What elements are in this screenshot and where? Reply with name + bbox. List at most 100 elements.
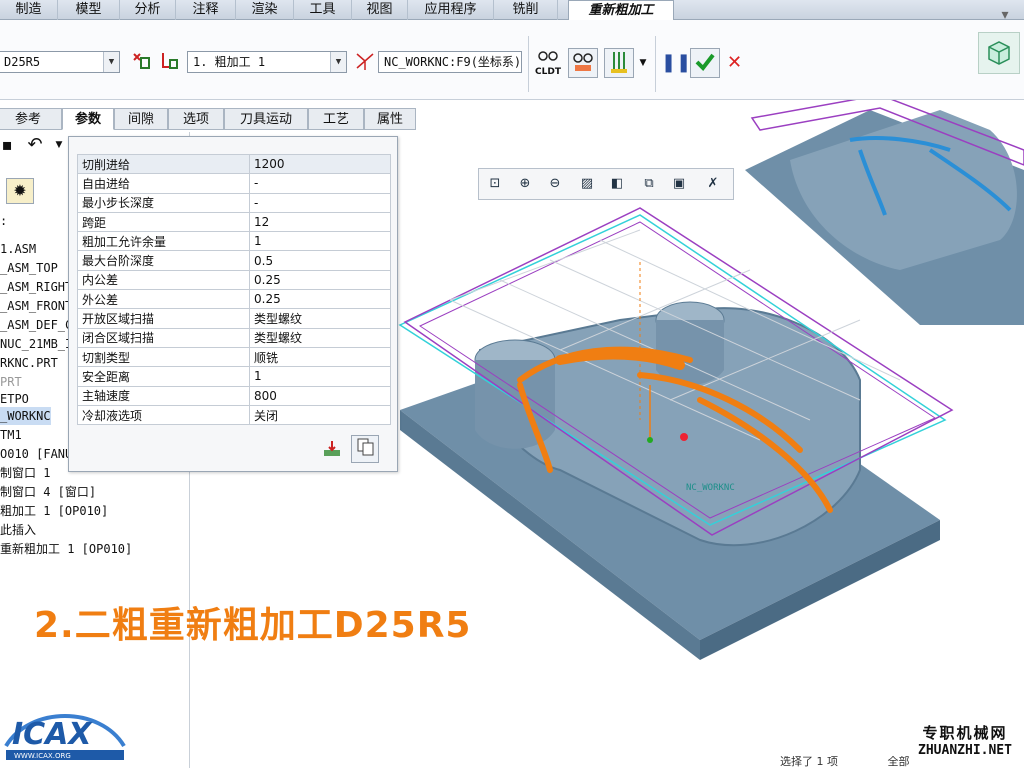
cancel-x-icon[interactable]: ✕	[726, 50, 742, 76]
display-style-icon[interactable]: ◧	[605, 172, 629, 196]
coordinate-system-icon[interactable]	[352, 49, 378, 75]
parameter-value[interactable]: 800	[249, 385, 391, 406]
parameter-row[interactable]: 安全距离 1	[77, 366, 391, 387]
tool-manager-icon[interactable]	[128, 49, 154, 75]
parameter-value[interactable]: 1200	[249, 153, 391, 175]
undo-icon[interactable]: ↶	[22, 132, 48, 158]
svg-text:ICAX: ICAX	[12, 717, 93, 752]
view-cube-icon[interactable]	[978, 32, 1020, 74]
parameter-row[interactable]: 切削进给 1200	[77, 153, 391, 175]
parameter-value[interactable]: 类型螺纹	[249, 308, 391, 329]
eyeglasses-play-icon	[573, 53, 593, 71]
parameter-row[interactable]: 外公差 0.25	[77, 289, 391, 310]
tree-item[interactable]: 重新粗加工 1 [OP010]	[0, 540, 132, 558]
ribbon-tab-model[interactable]: 模型	[58, 0, 120, 20]
parameter-name: 内公差	[77, 269, 250, 291]
icax-logo: ICAX WWW.ICAX.ORG	[0, 700, 130, 766]
parameter-row[interactable]: 最大台阶深度 0.5	[77, 250, 391, 271]
toolbar-divider	[655, 36, 656, 92]
parameter-row[interactable]: 自由进给 -	[77, 173, 391, 194]
mill-tool-icon	[611, 52, 627, 73]
chevron-down-icon: ▼	[330, 52, 346, 72]
parameter-value[interactable]: 0.25	[249, 289, 391, 310]
parameter-row[interactable]: 最小步长深度 -	[77, 192, 391, 213]
parameter-value[interactable]: -	[249, 173, 391, 194]
ribbon-tab-analysis[interactable]: 分析	[120, 0, 176, 20]
tree-item[interactable]: 制窗口 4 [窗口]	[0, 483, 96, 501]
tree-item[interactable]: PRT	[0, 373, 22, 391]
parameter-row[interactable]: 跨距 12	[77, 211, 391, 233]
ribbon-tab-applications[interactable]: 应用程序	[408, 0, 494, 20]
copy-parameters-icon[interactable]	[351, 435, 379, 463]
parameter-row[interactable]: 内公差 0.25	[77, 269, 391, 291]
tree-item[interactable]: _ASM_TOP	[0, 259, 58, 277]
zoom-out-icon[interactable]: ⊖	[543, 172, 567, 196]
cldata-button[interactable]: CLDT	[534, 46, 562, 80]
coordinate-system-select[interactable]: NC_WORKNC:F9(坐标系)	[378, 51, 522, 73]
tool-select[interactable]: D25R5 ▼	[0, 51, 120, 73]
parameter-name: 外公差	[77, 289, 250, 310]
tree-item-selected[interactable]: _WORKNC	[0, 407, 51, 425]
tree-item[interactable]: 1.ASM	[0, 240, 36, 258]
operation-select[interactable]: 1. 粗加工 1 ▼	[187, 51, 347, 73]
zoom-in-icon[interactable]: ⊕	[513, 172, 537, 196]
parameter-row[interactable]: 粗加工允许余量 1	[77, 231, 391, 252]
ribbon-tab-manufacture[interactable]: 制造	[0, 0, 58, 20]
selection-filter[interactable]: 全部	[888, 756, 910, 768]
ribbon-tab-render[interactable]: 渲染	[236, 0, 294, 20]
material-removal-button[interactable]	[604, 48, 634, 78]
verify-preview-button[interactable]	[568, 48, 598, 78]
parameter-value[interactable]: 类型螺纹	[249, 327, 391, 348]
ribbon-tab-milling[interactable]: 铣削	[494, 0, 558, 20]
watermark-cn: 专职机械网	[922, 724, 1008, 742]
save-icon[interactable]: ▪	[0, 132, 20, 158]
parameter-row[interactable]: 开放区域扫描 类型螺纹	[77, 308, 391, 329]
tree-item[interactable]: 粗加工 1 [OP010]	[0, 502, 108, 520]
parameter-value[interactable]: -	[249, 192, 391, 213]
parameter-row[interactable]: 切割类型 顺铣	[77, 346, 391, 368]
ribbon-tab-view[interactable]: 视图	[352, 0, 408, 20]
ribbon-tab-tools[interactable]: 工具	[294, 0, 352, 20]
ribbon-tab-rerough[interactable]: 重新粗加工	[568, 0, 674, 22]
parameter-value[interactable]: 0.25	[249, 269, 391, 291]
verify-dropdown-chevron-icon[interactable]: ▼	[636, 50, 650, 76]
parameter-name: 粗加工允许余量	[77, 231, 250, 252]
edit-parameters-icon[interactable]	[319, 437, 345, 463]
saved-orientations-icon[interactable]: ⧉	[637, 172, 661, 196]
parameter-row[interactable]: 冷却液选项 关闭	[77, 404, 391, 426]
parameter-name: 主轴速度	[77, 385, 250, 406]
parameter-value[interactable]: 1	[249, 366, 391, 387]
tree-item[interactable]: _ASM_DEF_C	[0, 316, 72, 334]
tree-item[interactable]: TM1	[0, 426, 22, 444]
parameter-row[interactable]: 闭合区域扫描 类型螺纹	[77, 327, 391, 348]
parameter-value[interactable]: 0.5	[249, 250, 391, 271]
tree-item[interactable]: :	[0, 212, 7, 230]
ribbon-tab-annotate[interactable]: 注释	[176, 0, 236, 20]
refit-icon[interactable]: ⊡	[483, 172, 507, 196]
tree-item[interactable]: NUC_21MB_I	[0, 335, 72, 353]
tree-item[interactable]: _ASM_RIGHT	[0, 278, 72, 296]
tool-preview-icon[interactable]	[156, 49, 182, 75]
settings-star-icon[interactable]: ✹	[6, 178, 34, 204]
tree-item[interactable]: 制窗口 1	[0, 464, 50, 482]
parameter-name: 切割类型	[77, 346, 250, 368]
parameter-name: 自由进给	[77, 173, 250, 194]
view-manager-icon[interactable]: ▣	[667, 172, 691, 196]
parameter-value[interactable]: 顺铣	[249, 346, 391, 368]
parameter-row[interactable]: 主轴速度 800	[77, 385, 391, 406]
parameter-value[interactable]: 关闭	[249, 404, 391, 426]
pause-icon[interactable]: ❚❚	[660, 50, 691, 76]
apply-button[interactable]	[690, 48, 720, 78]
datum-display-icon[interactable]: ✗	[701, 172, 725, 196]
tree-item[interactable]: ETPO	[0, 390, 29, 408]
minimize-icon[interactable]: ▾	[992, 2, 1018, 28]
parameter-value[interactable]: 1	[249, 231, 391, 252]
tree-item[interactable]: RKNC.PRT	[0, 354, 58, 372]
csys-label: NC_WORKNC	[686, 483, 735, 493]
selection-status: 选择了 1 项	[780, 756, 838, 768]
repaint-icon[interactable]: ▨	[575, 172, 599, 196]
tree-item[interactable]: _ASM_FRONT	[0, 297, 72, 315]
parameter-value[interactable]: 12	[249, 211, 391, 233]
tree-item[interactable]: 此插入	[0, 521, 36, 539]
tutorial-caption: 2.二粗重新粗加工D25R5	[34, 605, 472, 646]
